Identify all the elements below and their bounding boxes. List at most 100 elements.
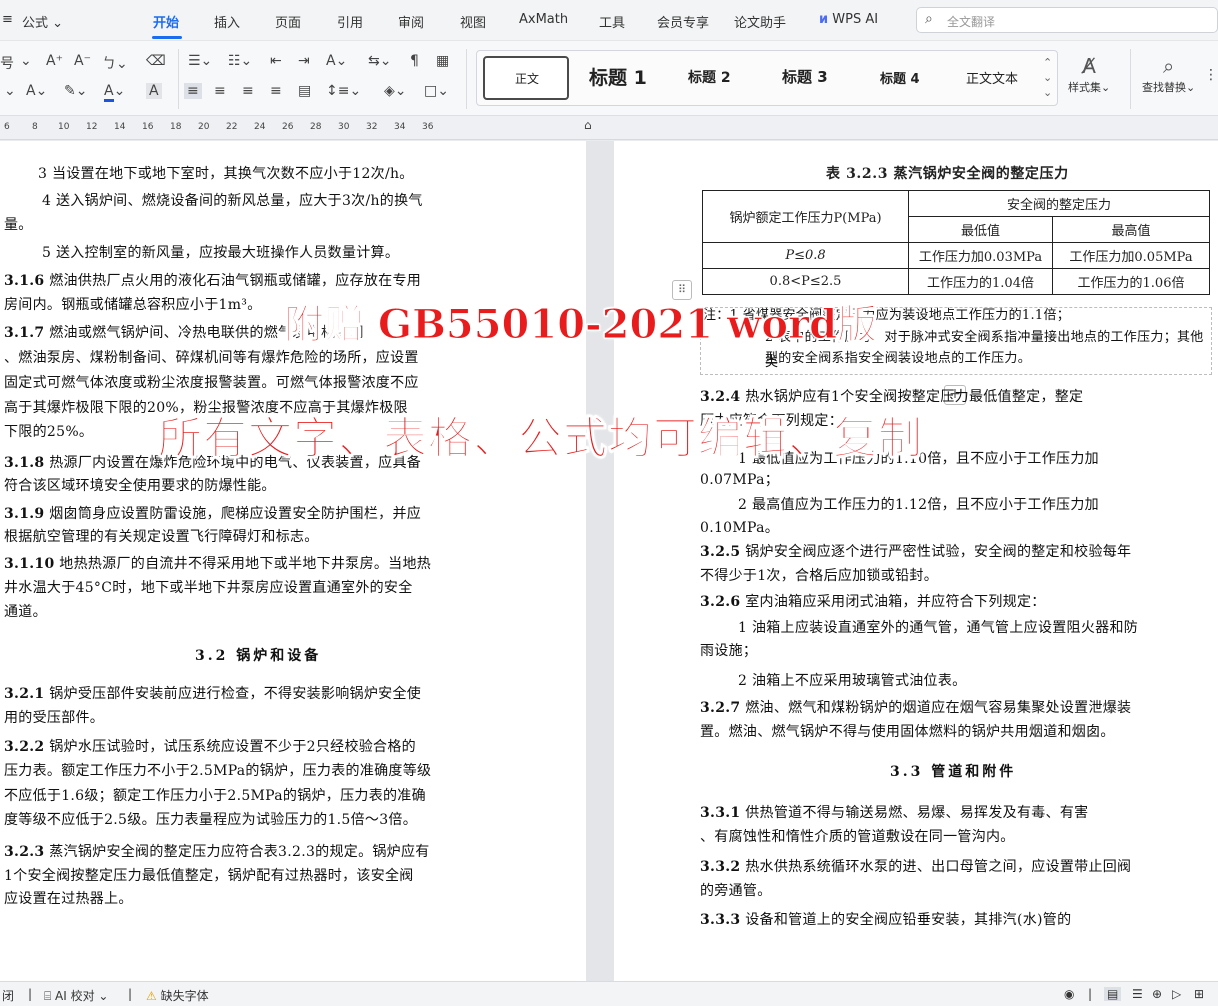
tab-view[interactable]: 视图 bbox=[460, 12, 486, 31]
font-size-chevron-icon[interactable]: ⌄ bbox=[20, 53, 32, 69]
table-cell[interactable]: 工作压力的1.06倍 bbox=[1052, 268, 1210, 295]
left-line: 3.2.2 锅炉水压试验时，试压系统应设置不少于2只经校验合格的 bbox=[4, 735, 416, 760]
chinese-layout-icon[interactable]: ⇆⌄ bbox=[368, 53, 391, 69]
increase-indent-icon[interactable]: ⇥ bbox=[298, 53, 310, 69]
ruler-tick: 10 bbox=[58, 122, 70, 132]
table-header-cell[interactable]: 最高值 bbox=[1052, 216, 1210, 243]
tab-references[interactable]: 引用 bbox=[337, 12, 363, 31]
align-right-icon[interactable]: ≡ bbox=[242, 83, 254, 99]
char-border-icon[interactable]: ▦ bbox=[436, 53, 449, 69]
style-heading-2[interactable]: 标题 2 bbox=[688, 67, 731, 87]
right-page[interactable]: 表 3.2.3 蒸汽锅炉安全阀的整定压力 锅炉额定工作压力P(MPa) 安全阀的… bbox=[614, 141, 1218, 981]
highlight-icon[interactable]: ✎⌄ bbox=[64, 83, 87, 99]
distributed-icon[interactable]: ▤ bbox=[298, 83, 311, 99]
grow-font-icon[interactable]: A⁺ bbox=[46, 53, 63, 69]
right-line-text: 0.07MPa； bbox=[700, 472, 780, 488]
right-line-text: 、有腐蚀性和惰性介质的管道敷设在同一管沟内。 bbox=[700, 829, 1015, 845]
style-heading-1[interactable]: 标题 1 bbox=[589, 63, 647, 90]
left-page[interactable]: 3 当设置在地下或地下室时，其换气次数不应小于12次/h。 4 送入锅炉间、燃烧… bbox=[0, 141, 586, 981]
clear-format-icon[interactable]: ⌫ bbox=[146, 53, 166, 69]
clause-number: 3.2.7 bbox=[700, 700, 741, 716]
decrease-indent-icon[interactable]: ⇤ bbox=[270, 53, 282, 69]
promo-watermark-line-1: 附赠 GB55010-2021 word版 bbox=[283, 301, 878, 349]
style-normal[interactable]: 正文 bbox=[483, 56, 569, 100]
horizontal-ruler[interactable]: 6 8 10 12 14 16 18 20 22 24 26 28 30 32 … bbox=[0, 116, 1218, 140]
line-spacing-icon[interactable]: ↕≡⌄ bbox=[326, 83, 361, 99]
style-heading-4[interactable]: 标题 4 bbox=[880, 68, 920, 87]
search-icon: ⌕ bbox=[925, 11, 933, 27]
tab-review[interactable]: 审阅 bbox=[398, 12, 424, 31]
left-line: 用的受压部件。 bbox=[4, 706, 104, 731]
find-replace-button[interactable]: ⌕ 查找替换⌄ bbox=[1142, 53, 1195, 95]
menu-partial-icon[interactable]: ≡ bbox=[2, 12, 13, 27]
font-size-box[interactable]: 号 bbox=[0, 53, 14, 73]
right-line: 2 油箱上不应采用玻璃管式油位表。 bbox=[738, 669, 966, 694]
text-effect-icon[interactable]: ⌄ bbox=[4, 83, 16, 99]
web-view-icon[interactable]: ⊕ bbox=[1152, 987, 1162, 1001]
tab-insert[interactable]: 插入 bbox=[214, 12, 240, 31]
left-line: 房间内。钢瓶或储罐总容积应小于1m³。 bbox=[4, 293, 262, 318]
tab-member[interactable]: 会员专享 bbox=[657, 12, 709, 31]
ai-check-icon: ⌸ bbox=[44, 989, 52, 1003]
ribbon-more-icon[interactable]: ⋮ bbox=[1204, 67, 1218, 83]
left-line-text: 、燃油泵房、煤粉制备间、碎煤机间等有爆炸危险的场所，应设置 bbox=[4, 350, 419, 366]
style-heading-3[interactable]: 标题 3 bbox=[782, 66, 828, 87]
left-line-text: 1个安全阀按整定压力最低值整定，锅炉配有过热器时，该安全阀 bbox=[4, 868, 414, 884]
style-body-text[interactable]: 正文文本 bbox=[966, 68, 1018, 87]
align-center-icon[interactable]: ≡ bbox=[214, 83, 226, 99]
tab-page[interactable]: 页面 bbox=[275, 12, 301, 31]
play-icon[interactable]: ▷ bbox=[1172, 987, 1181, 1001]
ruler-indent-marker-icon[interactable]: ⌂ bbox=[584, 118, 592, 132]
table-header-cell[interactable]: 最低值 bbox=[908, 216, 1053, 243]
clause-number: 3.2.2 bbox=[4, 739, 45, 755]
font-color-icon[interactable]: A⌄ bbox=[104, 83, 125, 102]
wps-ai-button[interactable]: ᴎ WPS AI bbox=[819, 12, 878, 27]
character-shading-icon[interactable]: A bbox=[146, 83, 162, 99]
page-view-icon[interactable]: ▤ bbox=[1104, 987, 1122, 1001]
justify-icon[interactable]: ≡ bbox=[270, 83, 282, 99]
ruler-tick: 22 bbox=[226, 122, 238, 132]
numbered-list-icon[interactable]: ☷⌄ bbox=[228, 53, 252, 69]
table-header-cell[interactable]: 锅炉额定工作压力P(MPa) bbox=[702, 190, 909, 243]
missing-fonts-button[interactable]: ⚠ 缺失字体 bbox=[146, 987, 209, 1004]
status-partial-text[interactable]: 闭 bbox=[2, 987, 14, 1004]
show-marks-icon[interactable]: ¶ bbox=[410, 53, 419, 69]
safety-valve-table[interactable]: 锅炉额定工作压力P(MPa) 安全阀的整定压力 最低值 最高值 P≤0.8 工作… bbox=[702, 190, 1210, 295]
left-line-text: 符合该区域环境安全使用要求的防爆性能。 bbox=[4, 478, 276, 494]
formula-dropdown[interactable]: 公式 ⌄ bbox=[22, 12, 63, 31]
bullet-list-icon[interactable]: ☰⌄ bbox=[188, 53, 212, 69]
text-direction-icon[interactable]: A⌄ bbox=[326, 53, 347, 69]
right-line-text: 室内油箱应采用闭式油箱，并应符合下列规定： bbox=[745, 594, 1046, 610]
search-input[interactable]: ⌕ 全文翻译 bbox=[916, 7, 1218, 33]
phonetic-guide-icon[interactable]: ㄅ⌄ bbox=[102, 53, 128, 73]
ruler-tick: 8 bbox=[32, 122, 38, 132]
table-cell[interactable]: 工作压力的1.04倍 bbox=[908, 268, 1053, 295]
gallery-scroll-icon[interactable]: ⌃ ⌄ ⌄ bbox=[1043, 55, 1052, 100]
status-separator: | bbox=[28, 987, 33, 1001]
text-outline-icon[interactable]: A⌄ bbox=[26, 83, 47, 99]
read-mode-icon[interactable]: ⊞ bbox=[1194, 987, 1204, 1001]
left-line-text: 下限的25%。 bbox=[4, 424, 94, 440]
active-tab-indicator bbox=[152, 36, 182, 39]
left-line-text: 蒸汽锅炉安全阀的整定压力应符合表3.2.3的规定。锅炉应有 bbox=[49, 844, 430, 860]
tab-thesis-assistant[interactable]: 论文助手 bbox=[734, 12, 786, 31]
eye-protection-icon[interactable]: ◉ bbox=[1064, 987, 1074, 1001]
shading-icon[interactable]: ◈⌄ bbox=[384, 83, 407, 99]
align-left-icon[interactable]: ≡ bbox=[184, 83, 202, 99]
table-cell[interactable]: 工作压力加0.05MPa bbox=[1052, 242, 1210, 269]
tab-tools[interactable]: 工具 bbox=[599, 12, 625, 31]
table-cell[interactable]: 0.8<P≤2.5 bbox=[702, 268, 909, 295]
table-cell[interactable]: P≤0.8 bbox=[702, 242, 909, 269]
shrink-font-icon[interactable]: A⁻ bbox=[74, 53, 91, 69]
table-cell[interactable]: 工作压力加0.03MPa bbox=[908, 242, 1053, 269]
left-line-text: 应设置在过热器上。 bbox=[4, 891, 133, 907]
tab-axmath[interactable]: AxMath bbox=[519, 12, 568, 27]
borders-icon[interactable]: □⌄ bbox=[424, 83, 449, 99]
tab-home[interactable]: 开始 bbox=[153, 12, 179, 31]
table-header-cell[interactable]: 安全阀的整定压力 bbox=[908, 190, 1210, 217]
outline-view-icon[interactable]: ☰ bbox=[1132, 987, 1143, 1001]
style-set-button[interactable]: A̸ 样式集⌄ bbox=[1068, 53, 1110, 95]
right-line: 3.2.6 室内油箱应采用闭式油箱，并应符合下列规定： bbox=[700, 590, 1046, 615]
ai-check-button[interactable]: ⌸ AI 校对 ⌄ bbox=[44, 987, 108, 1004]
right-line-text: 1 油箱上应装设直通室外的通气管，通气管上应设置阻火器和防 bbox=[738, 620, 1139, 636]
